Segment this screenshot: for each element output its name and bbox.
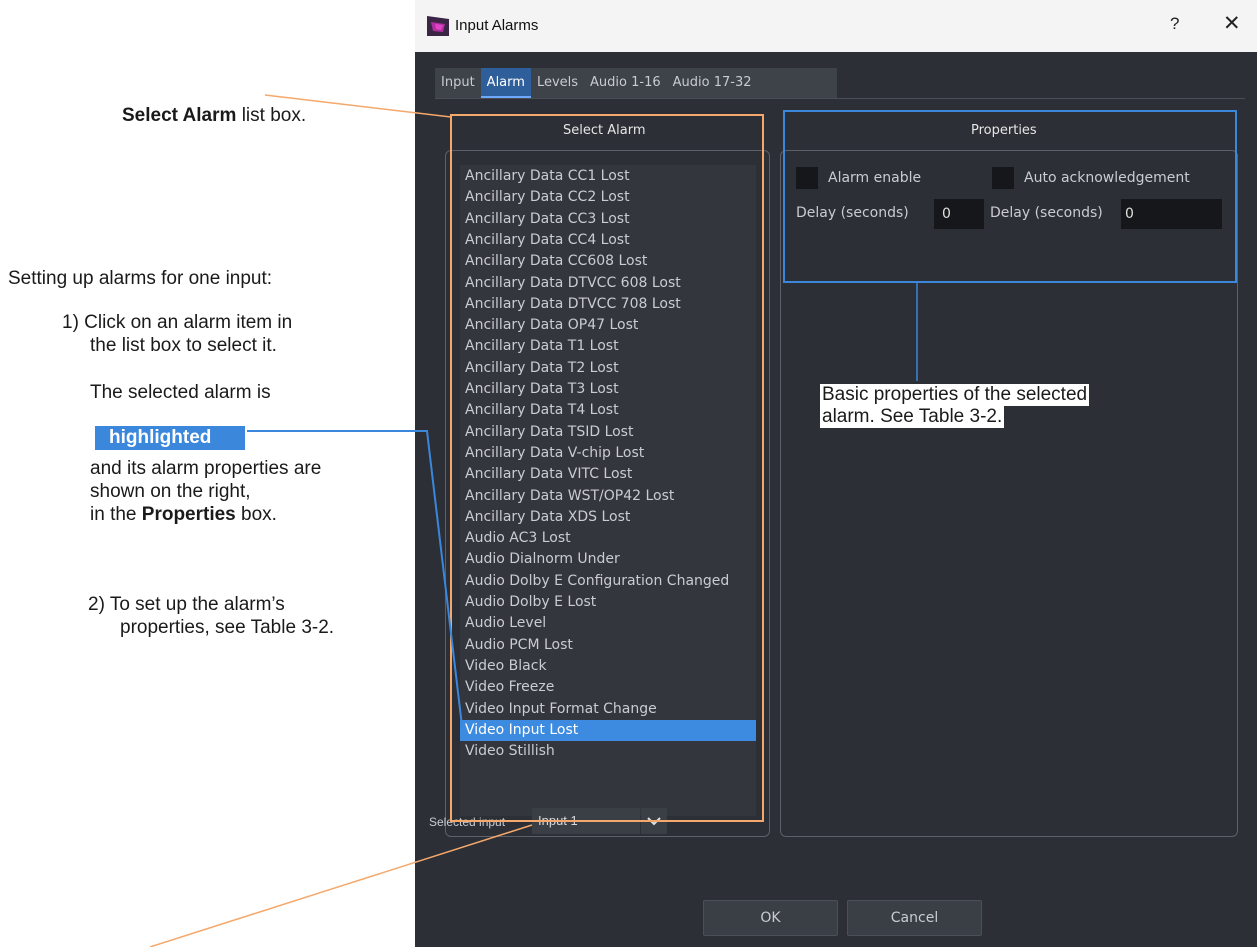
delay-input-2[interactable]: 0 [1121,199,1222,229]
dialog-title: Input Alarms [455,17,539,34]
delay-input-1[interactable]: 0 [934,199,984,229]
alarm-list-item[interactable]: Video Stillish [460,741,756,762]
properties-title: Properties [971,123,1037,138]
alarm-list-item[interactable]: Ancillary Data XDS Lost [460,507,756,528]
tab-levels[interactable]: Levels [531,68,584,98]
select-alarm-annotation-rest: list box. [236,105,307,126]
props-line3: in the Properties box. [90,504,277,526]
alarm-list-item[interactable]: Ancillary Data WST/OP42 Lost [460,486,756,507]
tab-divider [435,98,1245,99]
auto-acknowledgement-checkbox[interactable] [992,167,1014,189]
alarm-list-item[interactable]: Video Black [460,656,756,677]
title-bar: Input Alarms ? ✕ [415,0,1257,52]
help-button[interactable]: ? [1170,14,1179,34]
props-line3-pre: in the [90,504,142,525]
alarm-list-item[interactable]: Audio Dolby E Lost [460,592,756,613]
tab-bar: Input Alarm Levels Audio 1-16 Audio 17-3… [435,68,837,98]
alarm-list-item[interactable]: Ancillary Data VITC Lost [460,464,756,485]
alarm-list-item[interactable]: Ancillary Data CC3 Lost [460,209,756,230]
alarm-list-item[interactable]: Ancillary Data CC1 Lost [460,166,756,187]
alarm-list-item[interactable]: Video Input Format Change [460,699,756,720]
step1-line1: 1) Click on an alarm item in [62,312,293,333]
app-icon [427,16,449,36]
alarm-list[interactable]: Ancillary Data CC1 Lost Ancillary Data CC… [460,165,756,816]
alarm-list-item[interactable]: Audio Dialnorm Under [460,549,756,570]
setup-heading: Setting up alarms for one input: [8,268,273,289]
select-alarm-annotation-bold: Select Alarm [122,105,237,126]
select-alarm-title: Select Alarm [563,123,646,138]
alarm-enable-checkbox[interactable] [796,167,818,189]
step2-line1: 2) To set up the alarm’s [88,594,285,615]
cancel-button[interactable]: Cancel [847,900,982,936]
alarm-list-item[interactable]: Audio Level [460,613,756,634]
alarm-list-item[interactable]: Ancillary Data T1 Lost [460,336,756,357]
selected-input-label: Selected input [429,815,506,829]
alarm-list-item[interactable]: Ancillary Data CC608 Lost [460,251,756,272]
auto-acknowledgement-label: Auto acknowledgement [1024,170,1190,186]
selected-input-dropdown-arrow[interactable] [641,808,667,834]
alarm-list-item[interactable]: Ancillary Data DTVCC 708 Lost [460,294,756,315]
alarm-list-item[interactable]: Ancillary Data V-chip Lost [460,443,756,464]
props-line2: shown on the right, [90,481,251,502]
step1-line2: the list box to select it. [90,335,277,356]
alarm-list-item[interactable]: Ancillary Data T2 Lost [460,358,756,379]
alarm-list-item[interactable]: Audio PCM Lost [460,635,756,656]
basic-props-annotation-1: Basic properties of the selected [820,384,1090,406]
delay-label-2: Delay (seconds) [990,205,1103,221]
props-line3-post: box. [235,504,277,525]
step2-line2: properties, see Table 3-2. [120,617,335,638]
alarm-list-item[interactable]: Video Freeze [460,677,756,698]
basic-props-annotation-2: alarm. See Table 3-2. [820,406,1005,428]
properties-group [780,150,1238,837]
alarm-list-item[interactable]: Audio Dolby E Configuration Changed [460,571,756,592]
tab-alarm[interactable]: Alarm [480,68,531,98]
alarm-list-item[interactable]: Ancillary Data CC2 Lost [460,187,756,208]
alarm-list-item[interactable]: Ancillary Data T3 Lost [460,379,756,400]
alarm-list-item[interactable]: Ancillary Data OP47 Lost [460,315,756,336]
selected-line: The selected alarm is [90,382,271,403]
alarm-list-item[interactable]: Video Input Lost [460,719,756,741]
tab-audio-1-16[interactable]: Audio 1-16 [584,68,667,98]
tab-audio-17-32[interactable]: Audio 17-32 [667,68,758,98]
alarm-list-item[interactable]: Ancillary Data DTVCC 608 Lost [460,273,756,294]
props-line1: and its alarm properties are [90,458,322,479]
alarm-list-item[interactable]: Audio AC3 Lost [460,528,756,549]
chevron-down-icon [647,817,661,826]
alarm-enable-label: Alarm enable [828,170,922,186]
delay-label-1: Delay (seconds) [796,205,909,221]
ok-button[interactable]: OK [703,900,838,936]
alarm-list-item[interactable]: Ancillary Data TSID Lost [460,422,756,443]
select-alarm-annotation: Select Alarm list box. [122,105,306,127]
highlighted-tag: highlighted [95,426,245,450]
tab-input[interactable]: Input [435,68,481,98]
selected-input-dropdown[interactable]: Input 1 [532,808,640,834]
alarm-list-item[interactable]: Ancillary Data CC4 Lost [460,230,756,251]
alarm-list-item[interactable]: Ancillary Data T4 Lost [460,400,756,421]
close-button[interactable]: ✕ [1223,11,1241,36]
props-line3-bold: Properties [141,504,236,525]
